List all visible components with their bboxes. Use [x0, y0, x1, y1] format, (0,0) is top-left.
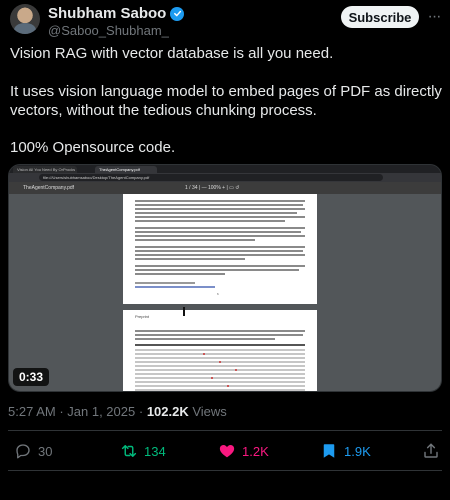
author-name[interactable]: Shubham Saboo — [48, 5, 166, 22]
page-running-header: Preprint — [135, 314, 150, 319]
divider — [8, 430, 442, 431]
subscribe-button[interactable]: Subscribe — [341, 6, 419, 28]
pdf-toolbar: TheAgentCompany.pdf 1 / 34 | — 100% + | … — [9, 182, 441, 194]
heart-icon — [219, 445, 235, 458]
verified-badge-icon — [170, 6, 185, 21]
text-cursor — [183, 307, 185, 316]
retweet-count: 134 — [144, 443, 166, 459]
retweet-button[interactable]: 134 — [120, 438, 166, 464]
pdf-filename: TheAgentCompany.pdf — [23, 185, 75, 191]
video-duration-badge: 0:33 — [13, 368, 49, 386]
author-name-row[interactable]: Shubham Saboo — [48, 5, 185, 22]
url-field[interactable]: file:///Users/shubhamsaboo/Desktop/TheAg… — [39, 174, 383, 181]
share-icon — [424, 443, 438, 458]
tweet-paragraph-2: It uses vision language model to embed p… — [10, 83, 442, 119]
author-handle[interactable]: @Saboo_Shubham_ — [48, 23, 169, 38]
video-media[interactable]: Vision All You Need By OrProcks TheAgent… — [8, 164, 442, 392]
views-label: Views — [192, 404, 227, 419]
page-number: 6 — [217, 292, 219, 296]
views-count: 102.2K — [146, 404, 189, 419]
reply-icon — [16, 444, 30, 459]
retweet-icon — [121, 445, 137, 457]
browser-tab[interactable]: Vision All You Need By OrProcks — [13, 166, 77, 173]
browser-address-bar: file:///Users/shubhamsaboo/Desktop/TheAg… — [9, 173, 441, 182]
tweet-meta: 5:27 AM · Jan 1, 2025 · 102.2K Views — [8, 404, 227, 419]
bookmark-button[interactable]: 1.9K — [320, 438, 371, 464]
tweet-actions: 30 134 1.2K 1.9K — [8, 438, 444, 464]
bookmark-count: 1.9K — [344, 443, 371, 459]
pdf-page: 6 — [123, 194, 317, 304]
avatar[interactable] — [10, 4, 40, 34]
like-count: 1.2K — [242, 443, 269, 459]
browser-tab-strip: Vision All You Need By OrProcks TheAgent… — [9, 165, 441, 173]
more-options-icon[interactable]: ··· — [424, 6, 444, 28]
divider — [8, 470, 442, 471]
reply-button[interactable]: 30 — [14, 438, 52, 464]
share-button[interactable] — [422, 438, 440, 464]
tweet-date[interactable]: Jan 1, 2025 — [67, 404, 135, 419]
pdf-page-controls[interactable]: 1 / 34 | — 100% + | ▭ ↺ — [185, 185, 239, 191]
tweet-time[interactable]: 5:27 AM — [8, 404, 56, 419]
browser-tab-active[interactable]: TheAgentCompany.pdf — [95, 166, 157, 173]
tweet-paragraph-3: 100% Opensource code. — [10, 139, 176, 156]
pdf-page: Preprint — [123, 310, 317, 391]
pdf-viewer: 6 Preprint — [9, 194, 441, 391]
reply-count: 30 — [38, 443, 53, 459]
bookmark-icon — [323, 444, 335, 458]
tweet-paragraph-1: Vision RAG with vector database is all y… — [10, 45, 334, 62]
like-button[interactable]: 1.2K — [218, 438, 269, 464]
